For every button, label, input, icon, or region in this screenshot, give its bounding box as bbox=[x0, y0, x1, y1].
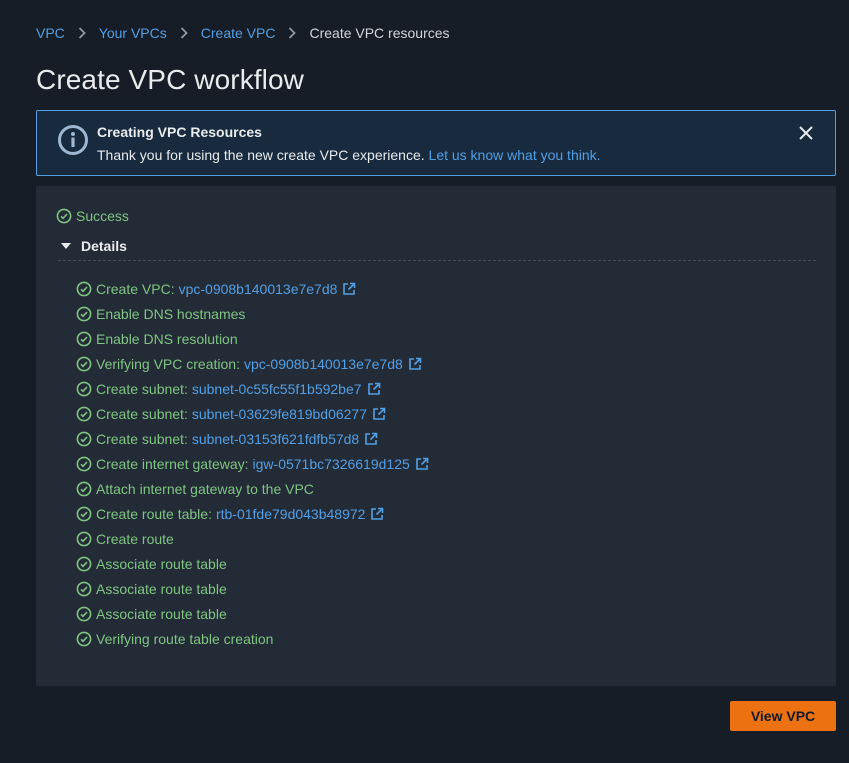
step-item: Create subnet: subnet-03153f621fdfb57d8 bbox=[76, 426, 429, 451]
info-circle-icon bbox=[58, 125, 88, 155]
flash-message: Thank you for using the new create VPC e… bbox=[97, 147, 601, 163]
success-check-icon bbox=[56, 208, 72, 224]
step-label: Create subnet: bbox=[96, 430, 188, 447]
step-item: Enable DNS hostnames bbox=[76, 301, 429, 326]
step-item: Verifying route table creation bbox=[76, 626, 429, 651]
status-label: Success bbox=[76, 208, 129, 224]
step-label: Verifying route table creation bbox=[96, 630, 274, 647]
external-link-icon[interactable] bbox=[342, 282, 356, 296]
step-item: Create route table: rtb-01fde79d043b48972 bbox=[76, 501, 429, 526]
success-check-icon bbox=[76, 331, 92, 346]
flash-title: Creating VPC Resources bbox=[97, 124, 262, 140]
info-flash-banner: Creating VPC Resources Thank you for usi… bbox=[36, 110, 836, 176]
external-link-icon[interactable] bbox=[364, 432, 378, 446]
step-label: Enable DNS hostnames bbox=[96, 305, 246, 322]
success-check-icon bbox=[76, 356, 92, 371]
success-check-icon bbox=[76, 306, 92, 321]
chevron-right-icon bbox=[173, 27, 195, 39]
step-item: Create internet gateway: igw-0571bc732661… bbox=[76, 451, 429, 476]
resource-link[interactable]: vpc-0908b140013e7e7d8 bbox=[179, 281, 338, 297]
step-item: Verifying VPC creation: vpc-0908b140013e7… bbox=[76, 351, 429, 376]
steps-list: Create VPC: vpc-0908b140013e7e7d8 Enable D… bbox=[76, 276, 429, 651]
success-check-icon bbox=[76, 531, 92, 546]
external-link-icon[interactable] bbox=[415, 457, 429, 471]
external-link-icon[interactable] bbox=[372, 407, 386, 421]
step-item: Create subnet: subnet-03629fe819bd06277 bbox=[76, 401, 429, 426]
success-check-icon bbox=[76, 631, 92, 646]
success-check-icon bbox=[76, 606, 92, 621]
success-check-icon bbox=[76, 281, 92, 296]
success-check-icon bbox=[76, 556, 92, 571]
step-label: Associate route table bbox=[96, 605, 227, 622]
step-label: Create VPC: bbox=[96, 280, 175, 297]
step-item: Enable DNS resolution bbox=[76, 326, 429, 351]
resource-link[interactable]: subnet-03153f621fdfb57d8 bbox=[192, 431, 359, 447]
page-title: Create VPC workflow bbox=[36, 64, 304, 95]
step-label: Create subnet: bbox=[96, 405, 188, 422]
caret-down-icon bbox=[61, 243, 71, 249]
breadcrumb: VPC Your VPCs Create VPC Create VPC reso… bbox=[36, 24, 450, 42]
step-item: Create route bbox=[76, 526, 429, 551]
resource-link[interactable]: subnet-03629fe819bd06277 bbox=[192, 406, 367, 422]
external-link-icon[interactable] bbox=[408, 357, 422, 371]
details-header-label: Details bbox=[81, 238, 127, 254]
breadcrumb-your-vpcs-link[interactable]: Your VPCs bbox=[99, 25, 167, 41]
status-success: Success bbox=[56, 208, 129, 224]
resource-link[interactable]: igw-0571bc7326619d125 bbox=[253, 456, 410, 472]
step-item: Associate route table bbox=[76, 576, 429, 601]
resource-link[interactable]: subnet-0c55fc55f1b592be7 bbox=[192, 381, 362, 397]
close-icon[interactable] bbox=[797, 124, 815, 142]
success-check-icon bbox=[76, 431, 92, 446]
step-label: Attach internet gateway to the VPC bbox=[96, 480, 314, 497]
resource-link[interactable]: rtb-01fde79d043b48972 bbox=[216, 506, 365, 522]
step-label: Create internet gateway: bbox=[96, 455, 249, 472]
breadcrumb-current: Create VPC resources bbox=[309, 25, 450, 41]
results-panel: Success Details Create VPC: vpc-0908b1400… bbox=[36, 186, 836, 686]
chevron-right-icon bbox=[71, 27, 93, 39]
step-item: Associate route table bbox=[76, 601, 429, 626]
vpc-workflow-page: VPC Your VPCs Create VPC Create VPC reso… bbox=[0, 0, 849, 763]
success-check-icon bbox=[76, 481, 92, 496]
step-label: Create route table: bbox=[96, 505, 212, 522]
step-item: Attach internet gateway to the VPC bbox=[76, 476, 429, 501]
external-link-icon[interactable] bbox=[367, 382, 381, 396]
step-label: Create subnet: bbox=[96, 380, 188, 397]
success-check-icon bbox=[76, 406, 92, 421]
flash-body-text: Thank you for using the new create VPC e… bbox=[97, 147, 425, 163]
step-label: Associate route table bbox=[96, 580, 227, 597]
step-item: Associate route table bbox=[76, 551, 429, 576]
step-item: Create subnet: subnet-0c55fc55f1b592be7 bbox=[76, 376, 429, 401]
details-divider bbox=[58, 260, 816, 261]
breadcrumb-vpc-link[interactable]: VPC bbox=[36, 25, 65, 41]
external-link-icon[interactable] bbox=[370, 507, 384, 521]
step-label: Create route bbox=[96, 530, 174, 547]
resource-link[interactable]: vpc-0908b140013e7e7d8 bbox=[244, 356, 403, 372]
breadcrumb-create-vpc-link[interactable]: Create VPC bbox=[201, 25, 276, 41]
view-vpc-button[interactable]: View VPC bbox=[730, 701, 836, 731]
step-label: Associate route table bbox=[96, 555, 227, 572]
success-check-icon bbox=[76, 506, 92, 521]
step-label: Enable DNS resolution bbox=[96, 330, 238, 347]
step-item: Create VPC: vpc-0908b140013e7e7d8 bbox=[76, 276, 429, 301]
details-expander[interactable]: Details bbox=[60, 238, 127, 254]
chevron-right-icon bbox=[281, 27, 303, 39]
success-check-icon bbox=[76, 456, 92, 471]
feedback-link[interactable]: Let us know what you think. bbox=[429, 147, 601, 163]
success-check-icon bbox=[76, 381, 92, 396]
step-label: Verifying VPC creation: bbox=[96, 355, 240, 372]
success-check-icon bbox=[76, 581, 92, 596]
